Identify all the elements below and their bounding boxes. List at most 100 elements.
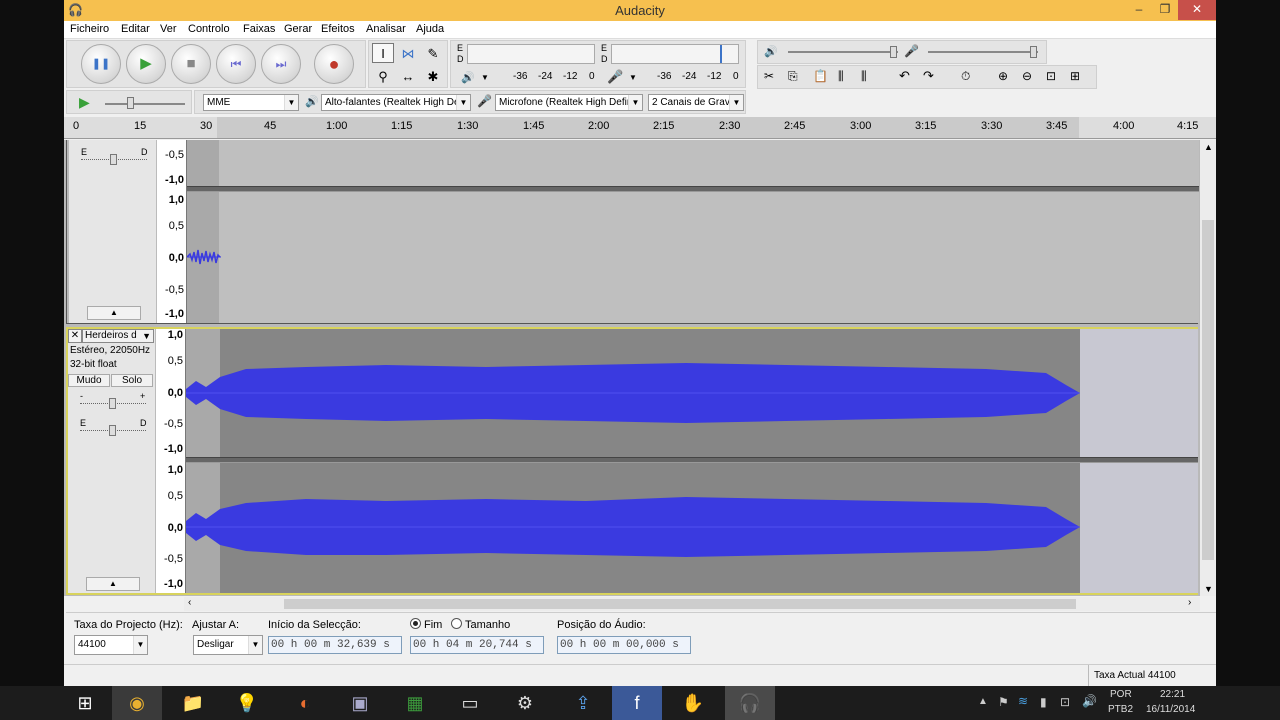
undo-icon[interactable]: ↶	[899, 68, 910, 84]
selection-start-field[interactable]: 00 h 00 m 32,639 s	[268, 636, 402, 654]
speed-slider-thumb[interactable]	[127, 97, 134, 109]
skip-start-button[interactable]: ⏮	[216, 44, 256, 84]
menu-efeitos[interactable]: Efeitos	[321, 23, 355, 35]
pause-button[interactable]: ❚❚	[81, 44, 121, 84]
play-at-speed-button[interactable]: ▶	[79, 94, 90, 111]
minimize-button[interactable]: –	[1126, 0, 1152, 20]
mute-button[interactable]: Mudo	[68, 374, 110, 387]
collapse-track-button[interactable]: ▲	[86, 577, 140, 591]
input-device-select[interactable]: Microfone (Realtek High Defini ▼	[495, 94, 643, 111]
menu-controlo[interactable]: Controlo	[188, 23, 230, 35]
speed-slider[interactable]	[105, 103, 185, 105]
output-volume-slider[interactable]	[788, 51, 898, 53]
network-icon[interactable]: ⊡	[1060, 695, 1070, 709]
audio-position-field[interactable]: 00 h 00 m 00,000 s	[557, 636, 691, 654]
project-rate-select[interactable]: 44100 ▼	[74, 635, 148, 655]
flag-icon[interactable]: ⚑	[998, 695, 1009, 709]
vertical-scrollbar[interactable]: ▲ ▼	[1200, 140, 1216, 596]
scroll-up-icon[interactable]: ▲	[1204, 142, 1213, 152]
track-2-left-channel[interactable]	[186, 329, 1198, 457]
menu-faixas[interactable]: Faixas	[243, 23, 275, 35]
track-1-waveform-bottom[interactable]	[187, 192, 1199, 323]
upload-icon[interactable]: ⇪	[558, 686, 608, 720]
image-viewer-icon[interactable]: ▣	[335, 686, 385, 720]
menu-ficheiro[interactable]: Ficheiro	[70, 23, 109, 35]
multi-tool[interactable]: ✱	[422, 66, 444, 86]
glove-icon[interactable]: ✋	[668, 686, 718, 720]
envelope-tool[interactable]: ⋈	[397, 43, 419, 63]
scroll-down-icon[interactable]: ▼	[1204, 584, 1213, 594]
track-1-waveform-top[interactable]	[187, 140, 1199, 186]
battery-icon[interactable]: ▮	[1040, 695, 1047, 709]
menu-analisar[interactable]: Analisar	[366, 23, 406, 35]
snap-to-select[interactable]: Desligar ▼	[193, 635, 263, 655]
zoom-in-icon[interactable]: ⊕	[998, 69, 1008, 83]
play-button[interactable]: ▶	[126, 44, 166, 84]
silence-icon[interactable]: ⫼	[861, 69, 867, 84]
menu-ajuda[interactable]: Ajuda	[416, 23, 444, 35]
command-prompt-icon[interactable]: ▭	[445, 686, 495, 720]
track-2-right-channel[interactable]	[186, 463, 1198, 593]
zoom-tool[interactable]: ⚲	[372, 66, 394, 86]
stop-button[interactable]: ■	[171, 44, 211, 84]
collapse-track-button[interactable]: ▲	[87, 306, 141, 320]
volume-icon[interactable]: 🔊	[1082, 694, 1097, 708]
microphone-icon[interactable]: 🎤	[607, 69, 623, 85]
keyboard-layout-indicator[interactable]: PTB2	[1108, 704, 1133, 715]
menu-gerar[interactable]: Gerar	[284, 23, 312, 35]
clock-date[interactable]: 16/11/2014	[1146, 704, 1195, 715]
zoom-out-icon[interactable]: ⊖	[1022, 69, 1032, 83]
skip-end-button[interactable]: ⏭	[261, 44, 301, 84]
draw-tool[interactable]: ✎	[422, 43, 444, 63]
timeline-ruler[interactable]: 0 15 30 45 1:00 1:15 1:30 1:45 2:00 2:15…	[64, 117, 1216, 139]
settings-app-icon[interactable]: ⚙	[500, 686, 550, 720]
trim-icon[interactable]: ⫼	[838, 69, 844, 84]
output-device-select[interactable]: Alto-falantes (Realtek High De ▼	[321, 94, 471, 111]
selection-end-field[interactable]: 00 h 04 m 20,744 s	[410, 636, 544, 654]
vertical-scroll-thumb[interactable]	[1202, 220, 1214, 560]
input-volume-slider[interactable]	[928, 51, 1038, 53]
horizontal-scroll-thumb[interactable]	[284, 599, 1076, 609]
store-icon[interactable]: ▦	[390, 686, 440, 720]
menu-editar[interactable]: Editar	[121, 23, 150, 35]
chrome-icon[interactable]: ◉	[112, 686, 162, 720]
menu-ver[interactable]: Ver	[160, 23, 177, 35]
start-button[interactable]: ⊞	[60, 686, 110, 720]
restore-button[interactable]: ❐	[1152, 0, 1178, 20]
solo-button[interactable]: Solo	[111, 374, 153, 387]
output-volume-thumb[interactable]	[890, 46, 897, 58]
show-hidden-icons[interactable]: ▲	[978, 696, 988, 707]
audio-host-select[interactable]: MME ▼	[203, 94, 299, 111]
record-button[interactable]: ●	[314, 44, 354, 84]
input-volume-thumb[interactable]	[1030, 46, 1037, 58]
speaker-icon[interactable]: 🔊	[461, 71, 475, 84]
paste-icon[interactable]: 📋	[813, 69, 828, 83]
gain-slider-thumb[interactable]	[109, 398, 116, 409]
dropdown-icon[interactable]: ▼	[629, 73, 637, 82]
play-meter-bar[interactable]	[467, 44, 595, 64]
close-track-icon[interactable]: ✕	[68, 329, 82, 343]
audacity-taskbar-icon[interactable]: 🎧	[725, 686, 775, 720]
file-explorer-icon[interactable]: 📁	[168, 686, 218, 720]
close-button[interactable]: ✕	[1178, 0, 1216, 20]
pan-slider-thumb[interactable]	[110, 154, 117, 165]
end-radio[interactable]	[410, 618, 421, 629]
dropdown-icon[interactable]: ▼	[481, 73, 489, 82]
scroll-left-icon[interactable]: ‹	[188, 597, 191, 608]
fit-project-icon[interactable]: ⊞	[1070, 69, 1080, 83]
input-channels-select[interactable]: 2 Canais de Grava ▼	[648, 94, 744, 111]
sync-lock-icon[interactable]: ⏱	[961, 69, 970, 84]
lightbulb-icon[interactable]: 💡	[222, 686, 272, 720]
scroll-right-icon[interactable]: ›	[1188, 597, 1191, 608]
app-swirl-icon[interactable]: ◐	[280, 686, 330, 720]
vertical-scale[interactable]: 1,0 0,5 0,0 -0,5 -1,0 1,0 0,5 0,0 -0,5 -…	[156, 329, 186, 593]
clock-time[interactable]: 22:21	[1160, 689, 1185, 700]
select-tool[interactable]: I	[372, 43, 394, 63]
vertical-scale[interactable]: -0,5 -1,0 1,0 0,5 0,0 -0,5 -1,0	[157, 140, 187, 323]
fit-selection-icon[interactable]: ⊡	[1046, 69, 1056, 83]
redo-icon[interactable]: ↷	[923, 68, 934, 84]
pan-slider-thumb[interactable]	[109, 425, 116, 436]
horizontal-scrollbar[interactable]: ‹ ›	[184, 597, 1200, 611]
timeshift-tool[interactable]: ↔	[397, 66, 419, 86]
wifi-icon[interactable]: ≋	[1018, 694, 1028, 708]
